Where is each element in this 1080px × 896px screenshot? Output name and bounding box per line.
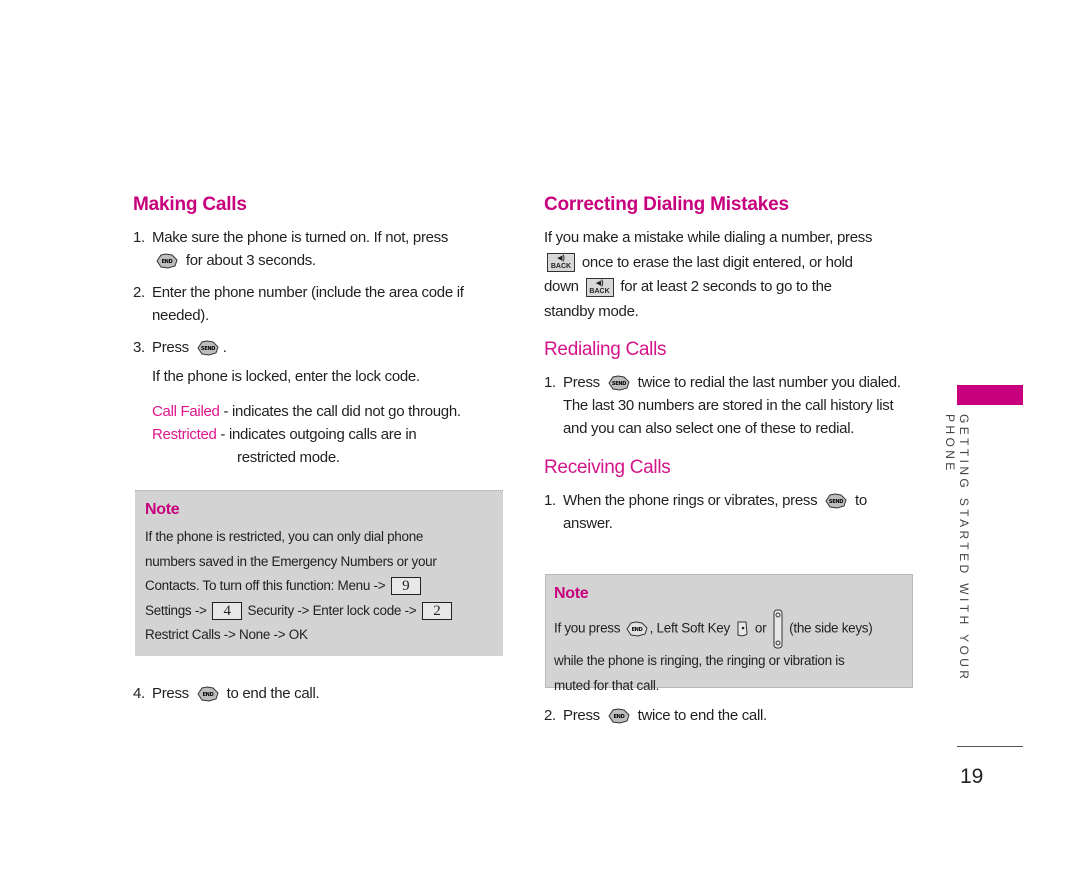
step-text: Press	[152, 685, 189, 702]
step-number: 1.	[133, 229, 145, 246]
step-text: twice to end the call.	[637, 707, 768, 724]
text-line: standby mode.	[544, 302, 639, 320]
back-key-icon: ◀) BACK	[585, 277, 614, 297]
note-span: , Left Soft Key	[649, 620, 731, 636]
svg-text:END: END	[631, 627, 642, 633]
page-number: 19	[960, 765, 984, 788]
send-key-icon: SEND	[823, 492, 849, 510]
note-line: If you press END , Left Soft Key or (the…	[554, 609, 904, 649]
side-keys-icon	[772, 609, 784, 649]
note-line: while the phone is ringing, the ringing …	[554, 653, 845, 668]
note-line: Restrict Calls -> None -> OK	[145, 627, 308, 642]
svg-text:SEND: SEND	[829, 499, 843, 505]
step-text: When the phone rings or vibrates, press	[563, 492, 818, 509]
note-text: If the phone is restricted, you can only…	[145, 525, 493, 648]
redialing-heading: Redialing Calls	[544, 339, 667, 360]
receive-step-2: 2. Press END twice to end the call.	[544, 704, 933, 727]
step-number: 4.	[133, 685, 145, 702]
note-span: or	[754, 620, 767, 636]
step-text: Press	[152, 339, 189, 356]
key-2-icon: 2	[421, 601, 452, 620]
end-key-icon: END	[154, 252, 180, 270]
note-line: muted for that call.	[554, 677, 660, 693]
back-key-icon: ◀) BACK	[547, 253, 575, 273]
note-text: If you press END , Left Soft Key or (the…	[554, 609, 904, 698]
note-line: Contacts. To turn off this function: Men…	[145, 574, 493, 599]
step-2: 2. Enter the phone number (include the a…	[133, 281, 503, 327]
note-span: Settings ->	[145, 602, 207, 618]
svg-text:END: END	[162, 259, 173, 265]
step-text: to end the call.	[226, 685, 320, 702]
correcting-heading: Correcting Dialing Mistakes	[544, 194, 789, 215]
key-4-icon: 4	[212, 601, 243, 620]
step-number: 2.	[133, 284, 145, 301]
step-text: Make sure the phone is turned on. If not…	[152, 229, 449, 246]
note-title: Note	[554, 585, 589, 602]
locked-text: If the phone is locked, enter the lock c…	[152, 368, 420, 385]
note-span: Contacts. To turn off this function: Men…	[145, 578, 386, 593]
text-line: ◀) BACK once to erase the last digit ente…	[544, 251, 916, 276]
call-failed-definition: Call Failed - indicates the call did not…	[133, 400, 503, 423]
svg-text:END: END	[202, 692, 213, 698]
step-number: 2.	[544, 707, 556, 724]
text-span: once to erase the last digit entered, or…	[581, 253, 853, 271]
note-span: (the side keys)	[789, 620, 873, 636]
note-span: Security -> Enter lock code ->	[247, 602, 417, 618]
svg-text:END: END	[613, 714, 624, 720]
restricted-note: Note If the phone is restricted, you can…	[135, 490, 503, 656]
back-key-label: BACK	[589, 287, 610, 295]
section-title-vertical: GETTING STARTED WITH YOUR PHONE	[943, 414, 971, 683]
note-span: If you press	[554, 620, 621, 636]
note-line: Settings -> 4 Security -> Enter lock cod…	[145, 599, 493, 624]
receiving-heading: Receiving Calls	[544, 457, 671, 478]
step-3: 3. Press SEND .	[133, 336, 503, 359]
step-1: 1. Make sure the phone is turned on. If …	[133, 226, 503, 272]
section-tab-marker	[957, 385, 1023, 405]
step-text: Press	[563, 374, 600, 391]
svg-text:SEND: SEND	[612, 381, 626, 387]
step-4: 4. Press END to end the call.	[133, 682, 512, 705]
step-text: for about 3 seconds.	[185, 252, 316, 269]
step-number: 1.	[544, 374, 556, 391]
correcting-text: If you make a mistake while dialing a nu…	[544, 226, 916, 324]
text-line: down ◀) BACK for at least 2 seconds to go…	[544, 275, 916, 300]
back-key-label: BACK	[550, 263, 572, 271]
restricted-definition: Restricted - indicates outgoing calls ar…	[133, 423, 503, 469]
step-text: Enter the phone number (include the area…	[152, 284, 464, 324]
step-text: Press	[563, 707, 600, 724]
end-key-icon: END	[624, 620, 650, 638]
left-soft-key-icon	[735, 620, 749, 638]
send-key-icon: SEND	[195, 339, 221, 357]
making-calls-heading: Making Calls	[133, 194, 247, 215]
text-line: If you make a mistake while dialing a nu…	[544, 229, 873, 246]
definition: - indicates the call did not go through.	[223, 403, 461, 420]
key-9-icon: 9	[390, 577, 421, 596]
end-key-icon: END	[606, 707, 632, 725]
step-text: .	[222, 339, 227, 356]
end-key-icon: END	[195, 685, 221, 703]
definition: - indicates outgoing calls are in	[220, 426, 417, 443]
redial-step-1: 1. Press SEND twice to redial the last n…	[544, 371, 916, 440]
step-number: 1.	[544, 492, 556, 509]
making-calls-section: Making Calls 1. Make sure the phone is t…	[133, 190, 503, 469]
term: Call Failed	[152, 403, 220, 420]
divider	[957, 746, 1023, 747]
step-number: 3.	[133, 339, 145, 356]
text-span: down	[544, 278, 579, 295]
term: Restricted	[152, 426, 217, 443]
text-span: for at least 2 seconds to go to the	[620, 278, 832, 295]
receiving-note: Note If you press END , Left Soft Key or…	[545, 574, 913, 693]
note-title: Note	[145, 501, 180, 518]
note-line: numbers saved in the Emergency Numbers o…	[145, 553, 437, 569]
send-key-icon: SEND	[606, 374, 632, 392]
note-line: If the phone is restricted, you can only…	[145, 529, 424, 544]
receive-step-1: 1. When the phone rings or vibrates, pre…	[544, 489, 916, 535]
correcting-section: Correcting Dialing Mistakes If you make …	[544, 190, 916, 535]
definition: restricted mode.	[237, 449, 340, 466]
svg-text:SEND: SEND	[201, 346, 215, 352]
